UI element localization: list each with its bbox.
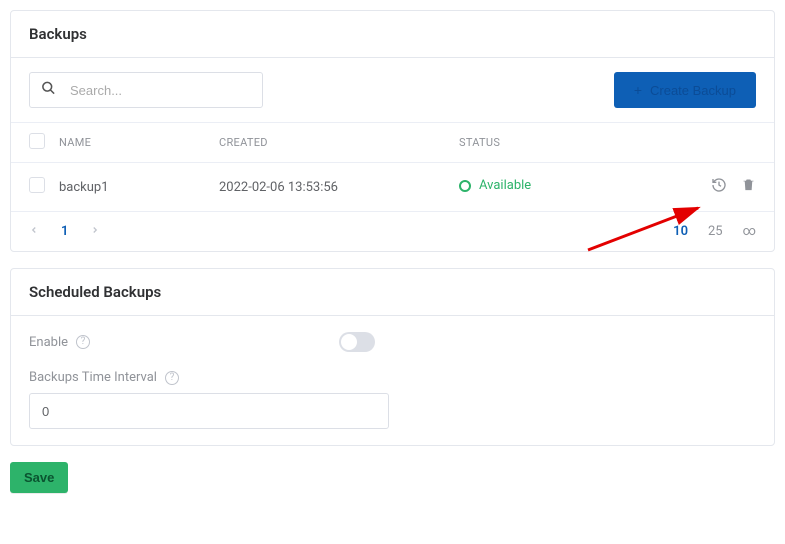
backups-title: Backups — [11, 11, 774, 58]
plus-icon: + — [634, 83, 642, 97]
status-ring-icon — [459, 180, 471, 192]
delete-icon[interactable] — [741, 177, 756, 197]
select-all-checkbox[interactable] — [29, 133, 45, 149]
page-size-25[interactable]: 25 — [708, 224, 723, 239]
search-wrap — [29, 72, 263, 108]
status-text: Available — [479, 178, 531, 193]
page-size-infinite[interactable]: ∞ — [743, 224, 756, 239]
page-size-10[interactable]: 10 — [673, 224, 688, 239]
row-checkbox[interactable] — [29, 177, 45, 193]
interval-label: Backups Time Interval — [29, 370, 157, 385]
enable-label: Enable — [29, 335, 68, 350]
page-prev[interactable] — [29, 224, 39, 239]
backups-toolbar: + Create Backup — [11, 58, 774, 122]
search-icon — [41, 81, 56, 100]
help-icon[interactable]: ? — [76, 335, 90, 349]
page-next[interactable] — [90, 224, 100, 239]
backups-card: Backups + Create Backup NAME CREATED STA… — [10, 10, 775, 252]
column-name: NAME — [59, 136, 219, 149]
column-created: CREATED — [219, 136, 459, 149]
table-header: NAME CREATED STATUS — [11, 122, 774, 163]
column-status: STATUS — [459, 136, 639, 149]
restore-icon[interactable] — [711, 177, 727, 197]
row-name: backup1 — [59, 180, 219, 195]
help-icon[interactable]: ? — [165, 371, 179, 385]
enable-toggle[interactable] — [339, 332, 375, 352]
search-input[interactable] — [29, 72, 263, 108]
save-button[interactable]: Save — [10, 462, 68, 493]
scheduled-title: Scheduled Backups — [11, 269, 774, 316]
status-badge: Available — [459, 178, 531, 193]
table-row: backup1 2022-02-06 13:53:56 Available — [11, 163, 774, 212]
create-backup-label: Create Backup — [650, 83, 736, 98]
scheduled-card: Scheduled Backups Enable ? Backups Time … — [10, 268, 775, 446]
pagination: 1 10 25 ∞ — [11, 212, 774, 251]
page-current[interactable]: 1 — [61, 224, 68, 239]
interval-input[interactable] — [29, 393, 389, 429]
create-backup-button[interactable]: + Create Backup — [614, 72, 756, 108]
row-created: 2022-02-06 13:53:56 — [219, 180, 459, 195]
